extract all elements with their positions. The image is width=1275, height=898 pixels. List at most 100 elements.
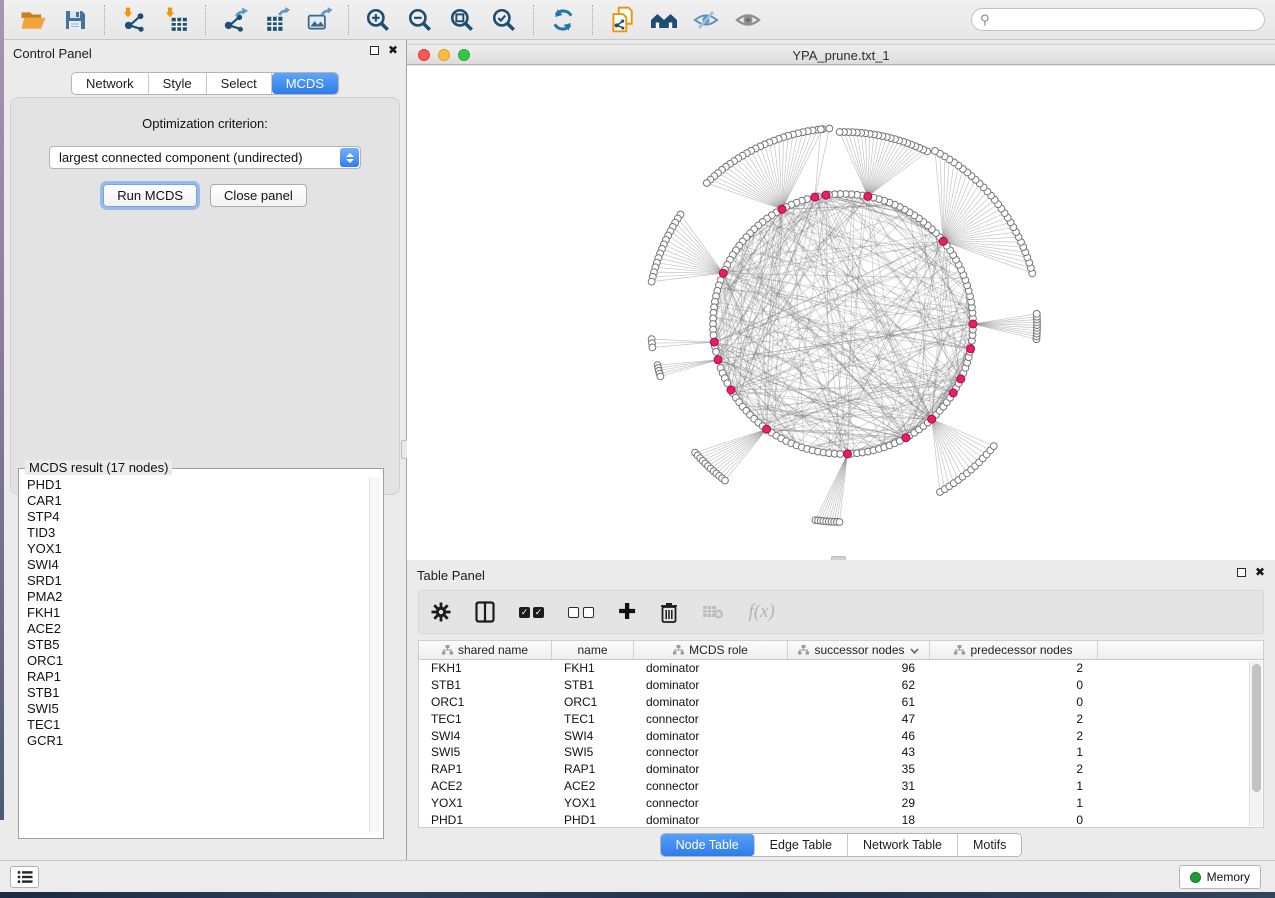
- graph-mcds-node[interactable]: [811, 193, 819, 201]
- mcds-result-item[interactable]: SWI5: [21, 701, 367, 717]
- table-settings-gear-icon[interactable]: [431, 599, 451, 625]
- column-header-name[interactable]: name: [552, 641, 634, 659]
- select-all-rows-icon[interactable]: ✓✓: [519, 599, 544, 625]
- graph-leaf-node[interactable]: [648, 278, 655, 285]
- graph-leaf-node[interactable]: [703, 180, 710, 187]
- table-row[interactable]: RAP1RAP1dominator352: [419, 761, 1263, 778]
- zoom-selected-icon[interactable]: [489, 5, 519, 35]
- show-all-icon[interactable]: [733, 5, 763, 35]
- table-row[interactable]: ORC1ORC1dominator610: [419, 694, 1263, 711]
- graph-node[interactable]: [724, 380, 731, 387]
- table-scrollbar-thumb[interactable]: [1252, 664, 1261, 792]
- graph-leaf-node[interactable]: [932, 148, 939, 155]
- tab-style[interactable]: Style: [149, 73, 207, 94]
- mcds-result-item[interactable]: ORC1: [21, 653, 367, 669]
- graph-mcds-node[interactable]: [727, 386, 735, 394]
- graph-leaf-node[interactable]: [990, 443, 997, 450]
- tab-network-table[interactable]: Network Table: [848, 834, 958, 856]
- mcds-result-item[interactable]: PHD1: [21, 477, 367, 493]
- graph-leaf-node[interactable]: [826, 125, 833, 132]
- delete-column-icon[interactable]: [660, 599, 678, 625]
- network-graph[interactable]: [407, 66, 1275, 560]
- graph-mcds-node[interactable]: [719, 269, 727, 277]
- mcds-result-item[interactable]: SRD1: [21, 573, 367, 589]
- graph-leaf-node[interactable]: [1033, 310, 1040, 317]
- tab-mcds[interactable]: MCDS: [272, 73, 338, 94]
- hide-selected-icon[interactable]: [691, 5, 721, 35]
- tab-network[interactable]: Network: [72, 73, 149, 94]
- tab-motifs[interactable]: Motifs: [958, 834, 1021, 856]
- network-canvas[interactable]: [407, 66, 1275, 560]
- mcds-result-item[interactable]: CAR1: [21, 493, 367, 509]
- table-row[interactable]: TEC1TEC1connector472: [419, 710, 1263, 727]
- zoom-in-icon[interactable]: [363, 5, 393, 35]
- column-header-successor-nodes[interactable]: successor nodes: [788, 641, 930, 659]
- import-network-icon[interactable]: [119, 5, 149, 35]
- graph-mcds-node[interactable]: [822, 191, 830, 199]
- table-row[interactable]: PHD1PHD1dominator180: [419, 811, 1263, 828]
- close-panel-button[interactable]: Close panel: [210, 184, 307, 207]
- table-row[interactable]: ACE2ACE2connector311: [419, 778, 1263, 795]
- mcds-result-item[interactable]: RAP1: [21, 669, 367, 685]
- tab-select[interactable]: Select: [207, 73, 272, 94]
- graph-mcds-node[interactable]: [969, 320, 977, 328]
- deselect-all-rows-icon[interactable]: [568, 599, 594, 625]
- float-panel-icon[interactable]: [1237, 568, 1246, 577]
- tab-edge-table[interactable]: Edge Table: [755, 834, 848, 856]
- table-row[interactable]: SWI5SWI5connector431: [419, 744, 1263, 761]
- table-scrollbar[interactable]: [1249, 661, 1262, 826]
- table-row[interactable]: SWI4SWI4dominator462: [419, 727, 1263, 744]
- export-network-icon[interactable]: [220, 5, 250, 35]
- run-mcds-button[interactable]: Run MCDS: [103, 184, 197, 207]
- first-neighbors-icon[interactable]: [649, 5, 679, 35]
- graph-mcds-node[interactable]: [967, 345, 975, 353]
- column-header-predecessor-nodes[interactable]: predecessor nodes: [930, 641, 1098, 659]
- mcds-result-item[interactable]: YOX1: [21, 541, 367, 557]
- network-window-titlebar[interactable]: YPA_prune.txt_1: [407, 44, 1275, 65]
- table-row[interactable]: FKH1FKH1dominator962: [419, 660, 1263, 677]
- export-image-icon[interactable]: [304, 5, 334, 35]
- graph-mcds-node[interactable]: [714, 356, 722, 364]
- mcds-result-item[interactable]: STB5: [21, 637, 367, 653]
- add-column-icon[interactable]: ✚: [618, 599, 636, 625]
- table-row[interactable]: YOX1YOX1connector291: [419, 794, 1263, 811]
- zoom-out-icon[interactable]: [405, 5, 435, 35]
- mcds-result-item[interactable]: FKH1: [21, 605, 367, 621]
- graph-node[interactable]: [713, 348, 720, 355]
- mcds-result-item[interactable]: SWI4: [21, 557, 367, 573]
- mcds-list-scrollbar[interactable]: [369, 477, 380, 832]
- graph-leaf-node[interactable]: [836, 129, 843, 136]
- graph-mcds-node[interactable]: [844, 450, 852, 458]
- graph-mcds-node[interactable]: [928, 415, 936, 423]
- graph-leaf-node[interactable]: [649, 344, 656, 351]
- mcds-result-item[interactable]: STP4: [21, 509, 367, 525]
- mcds-result-item[interactable]: GCR1: [21, 733, 367, 749]
- graph-leaf-node[interactable]: [836, 519, 843, 526]
- close-panel-icon[interactable]: ✖: [388, 45, 398, 55]
- graph-mcds-node[interactable]: [710, 338, 718, 346]
- float-panel-icon[interactable]: [370, 46, 379, 55]
- search-input[interactable]: ⚲: [971, 8, 1265, 31]
- save-session-icon[interactable]: [60, 5, 90, 35]
- graph-mcds-node[interactable]: [778, 205, 786, 213]
- column-header-MCDS-role[interactable]: MCDS role: [634, 641, 788, 659]
- graph-mcds-node[interactable]: [949, 389, 957, 397]
- export-table-icon[interactable]: [262, 5, 292, 35]
- mcds-result-item[interactable]: PMA2: [21, 589, 367, 605]
- memory-button[interactable]: Memory: [1179, 865, 1261, 889]
- zoom-fit-icon[interactable]: [447, 5, 477, 35]
- mcds-result-item[interactable]: ACE2: [21, 621, 367, 637]
- mcds-result-item[interactable]: TEC1: [21, 717, 367, 733]
- graph-node[interactable]: [837, 451, 844, 458]
- column-header-shared-name[interactable]: shared name: [419, 641, 552, 659]
- graph-node[interactable]: [710, 332, 717, 339]
- column-chooser-icon[interactable]: [475, 599, 495, 625]
- mcds-result-item[interactable]: TID3: [21, 525, 367, 541]
- import-table-icon[interactable]: [161, 5, 191, 35]
- close-panel-icon[interactable]: ✖: [1255, 567, 1265, 577]
- graph-mcds-node[interactable]: [939, 237, 947, 245]
- graph-mcds-node[interactable]: [957, 375, 965, 383]
- tab-node-table[interactable]: Node Table: [661, 834, 755, 856]
- graph-leaf-node[interactable]: [817, 126, 824, 133]
- graph-leaf-node[interactable]: [657, 373, 664, 380]
